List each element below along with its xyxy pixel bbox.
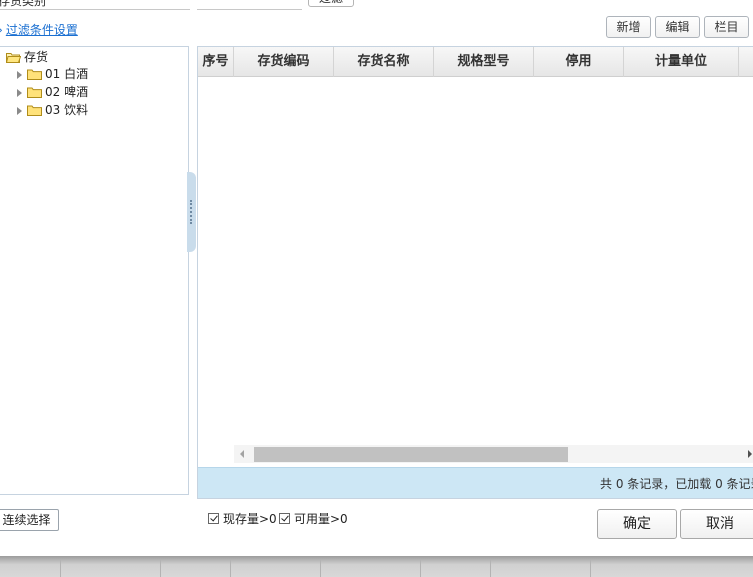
column-header-code[interactable]: 存货编码 [234, 47, 334, 77]
add-button[interactable]: 新增 [606, 16, 651, 38]
background-cell [161, 560, 231, 577]
search-field[interactable] [197, 0, 302, 10]
background-cell [61, 560, 161, 577]
stock-positive-checkbox[interactable]: 现存量>0 [208, 512, 277, 526]
grid-header: 序号 存货编码 存货名称 规格型号 停用 计量单位 [198, 47, 753, 77]
background-cell [231, 560, 321, 577]
stock-positive-label: 现存量>0 [223, 512, 277, 526]
inventory-grid: 序号 存货编码 存货名称 规格型号 停用 计量单位 共 0 条记录，已加载 0 … [197, 46, 753, 499]
background-cell [491, 560, 591, 577]
filter-settings-link[interactable]: ›过滤条件设置 [0, 21, 78, 38]
category-field[interactable]: 存货类别 [0, 0, 190, 10]
background-cell [321, 560, 421, 577]
tree-node-baijiu[interactable]: 01 白酒 [17, 66, 88, 83]
record-count-text: 共 0 条记录，已加载 0 条记录 [600, 477, 753, 491]
available-positive-checkbox[interactable]: 可用量>0 [279, 512, 348, 526]
expand-triangle-icon[interactable] [17, 70, 22, 79]
folder-icon [27, 105, 42, 116]
column-header-index[interactable]: 序号 [198, 47, 234, 77]
expand-triangle-icon[interactable] [17, 106, 22, 115]
folder-icon [27, 69, 42, 80]
folder-icon [27, 87, 42, 98]
column-header-spec[interactable]: 规格型号 [434, 47, 534, 77]
category-field-text: 存货类别 [0, 0, 47, 8]
available-positive-label: 可用量>0 [294, 512, 348, 526]
background-cell [0, 560, 61, 577]
column-header-name[interactable]: 存货名称 [334, 47, 434, 77]
expand-triangle-icon[interactable] [17, 88, 22, 97]
expand-arrow-icon: › [0, 23, 3, 37]
background-cell [421, 560, 491, 577]
scrollbar-thumb[interactable] [254, 447, 568, 462]
grid-status-bar: 共 0 条记录，已加载 0 条记录 [198, 467, 753, 498]
cancel-button[interactable]: 取消 [680, 509, 753, 539]
scroll-left-icon[interactable] [240, 450, 244, 458]
filter-settings-label: 过滤条件设置 [5, 23, 78, 37]
tree-node-label: 存货 [24, 50, 49, 64]
panel-splitter[interactable] [187, 172, 196, 252]
edit-button[interactable]: 编辑 [655, 16, 700, 38]
tree-node-label: 01 白酒 [45, 67, 89, 81]
horizontal-scrollbar[interactable] [234, 445, 753, 463]
tree-node-drinks[interactable]: 03 饮料 [17, 102, 88, 119]
tree-node-root[interactable]: 存货 [6, 49, 48, 66]
tree-node-label: 03 饮料 [45, 103, 89, 117]
tree-node-beer[interactable]: 02 啤酒 [17, 84, 88, 101]
checkbox-checked-icon[interactable] [208, 513, 219, 524]
checkbox-checked-icon[interactable] [279, 513, 290, 524]
column-header-disabled[interactable]: 停用 [534, 47, 624, 77]
column-header-unit[interactable]: 计量单位 [624, 47, 739, 77]
ok-button[interactable]: 确定 [597, 509, 677, 539]
tree-node-label: 02 啤酒 [45, 85, 89, 99]
category-tree: 存货 01 白酒 02 啤酒 03 饮料 [0, 46, 189, 495]
background-window-strip [0, 556, 753, 577]
folder-open-icon [6, 52, 21, 63]
columns-button[interactable]: 栏目 [704, 16, 749, 38]
grip-dots-icon [190, 200, 192, 224]
filter-button[interactable]: 过滤 [308, 0, 354, 7]
scroll-right-icon[interactable] [748, 450, 752, 458]
continuous-select-button[interactable]: 连续选择 [0, 509, 59, 531]
